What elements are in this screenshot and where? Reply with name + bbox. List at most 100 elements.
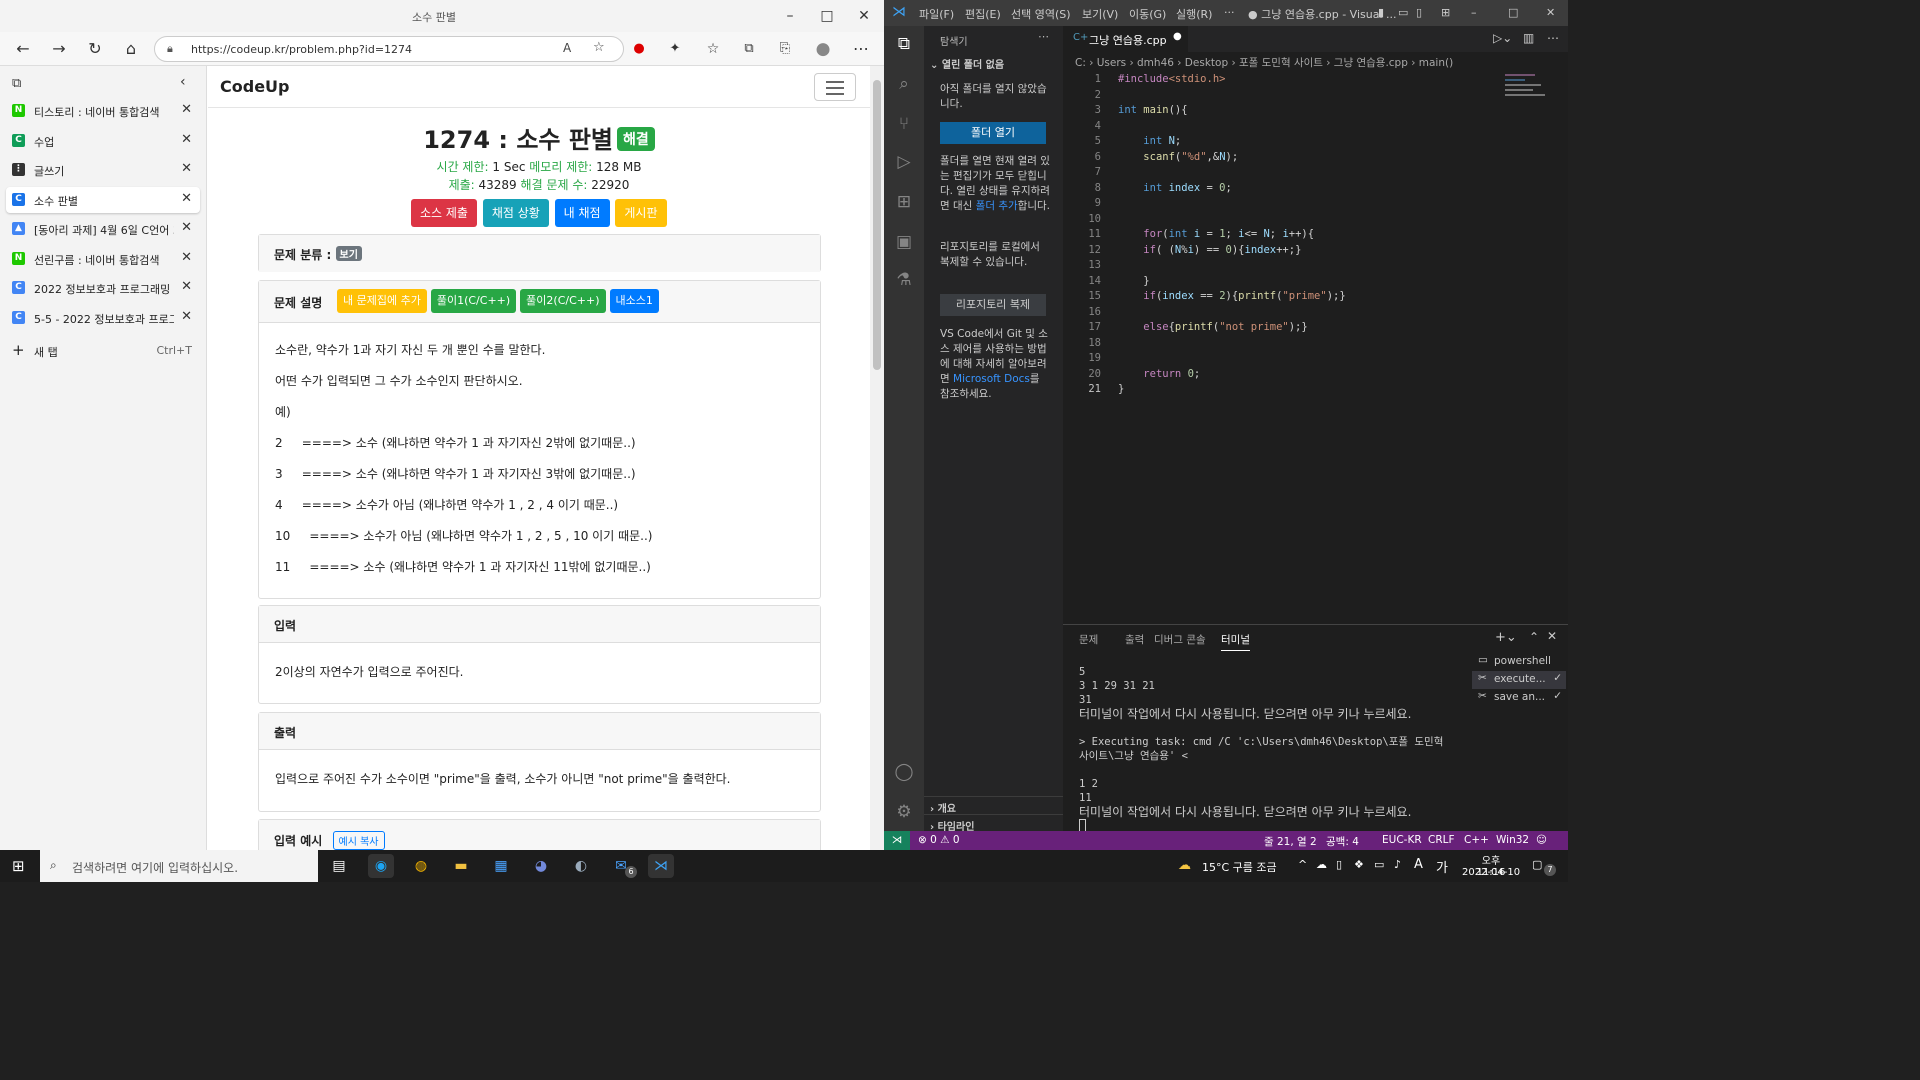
add-to-set-button[interactable]: 내 문제집에 추가 — [337, 289, 427, 313]
panel-tab-terminal[interactable]: 터미널 — [1221, 632, 1250, 651]
solution1-button[interactable]: 풀이1(C/C++) — [430, 289, 517, 313]
judge-status-button[interactable]: 채점 상황 — [482, 199, 549, 227]
category-show-button[interactable]: 보기 — [335, 246, 362, 261]
dropbox-icon[interactable]: ❖ — [1354, 858, 1364, 871]
read-aloud-icon[interactable]: A — [563, 41, 571, 55]
testing-icon[interactable]: ⚗ — [892, 268, 916, 292]
minimap[interactable] — [1505, 72, 1555, 108]
customize-layout-icon[interactable]: ⊞ — [1441, 6, 1450, 19]
my-submissions-button[interactable]: 내 채점 — [554, 199, 610, 227]
indentation[interactable]: 공백: 4 — [1326, 834, 1359, 849]
tab-close-icon[interactable]: ✕ — [181, 309, 192, 324]
tab-close-icon[interactable]: ✕ — [181, 102, 192, 117]
volume-icon[interactable]: ♪ — [1394, 858, 1401, 871]
favorites-icon[interactable]: ☆ — [702, 38, 724, 60]
remote-icon[interactable]: ⋊ — [884, 831, 910, 850]
network-icon[interactable]: ▭ — [1374, 858, 1384, 871]
profile-avatar[interactable]: ● — [812, 38, 834, 60]
windows-start-icon[interactable]: ⊞ — [12, 857, 25, 875]
menu-view[interactable]: 보기(V) — [1082, 6, 1118, 22]
hangul-icon[interactable]: 가 — [1436, 857, 1448, 876]
layout-toggle-icon[interactable]: ▮ — [1378, 6, 1384, 19]
new-tab-button[interactable]: + 새 탭 Ctrl+T — [6, 338, 200, 364]
browser-tab[interactable]: N 선린구름 : 네이버 통합검색 ✕ — [6, 246, 200, 272]
vscode-taskbar-icon[interactable]: ⋊ — [648, 854, 674, 878]
clock-date[interactable]: 2022-04-10 — [1462, 867, 1520, 878]
discord-icon[interactable]: ◕ — [528, 854, 554, 878]
refresh-icon[interactable]: ↻ — [84, 38, 106, 60]
maximize-panel-icon[interactable]: ⌃ — [1529, 630, 1539, 644]
language-mode[interactable]: C++ — [1464, 834, 1489, 846]
steam-icon[interactable]: ◐ — [568, 854, 594, 878]
code-line[interactable]: scanf("%d",&N); — [1118, 151, 1238, 163]
store-icon[interactable]: ▦ — [488, 854, 514, 878]
feedback-icon[interactable]: ☺ — [1536, 834, 1547, 846]
menu-edit[interactable]: 편집(E) — [965, 6, 1001, 22]
my-source-button[interactable]: 내소스1 — [609, 289, 659, 313]
panel-toggle-icon[interactable]: ▭ — [1398, 6, 1408, 19]
run-code-icon[interactable]: ▷⌄ — [1493, 31, 1512, 45]
more-icon[interactable]: ⋯ — [850, 38, 872, 60]
menu-more[interactable]: ··· — [1224, 6, 1235, 19]
encoding[interactable]: EUC-KR — [1382, 834, 1422, 846]
terminal-instance-powershell[interactable]: ▭ powershell — [1472, 653, 1566, 671]
menu-toggle-button[interactable] — [814, 73, 856, 101]
tab-close-icon[interactable]: ✕ — [181, 220, 192, 235]
collections-icon[interactable]: ⧉ — [738, 38, 760, 60]
forward-icon[interactable]: → — [48, 38, 70, 60]
taskbar-search[interactable]: ⌕ 검색하려면 여기에 입력하십시오. — [40, 850, 318, 882]
share-icon[interactable]: ⎘ — [774, 38, 796, 60]
tab-close-icon[interactable]: ✕ — [181, 161, 192, 176]
tab-close-icon[interactable]: ✕ — [181, 250, 192, 265]
menu-file[interactable]: 파일(F) — [919, 6, 954, 22]
code-line[interactable]: else{printf("not prime");} — [1118, 321, 1307, 333]
code-line[interactable]: } — [1118, 383, 1124, 395]
notifications-icon[interactable]: ▢ — [1532, 858, 1542, 871]
source-control-icon[interactable]: ⑂ — [892, 112, 916, 136]
explorer-icon[interactable]: ⧉ — [892, 32, 916, 56]
clone-repo-button[interactable]: 리포지토리 복제 — [940, 294, 1046, 316]
editor-more-icon[interactable]: ⋯ — [1547, 31, 1559, 45]
back-icon[interactable]: ← — [12, 38, 34, 60]
edge-icon[interactable]: ◉ — [368, 854, 394, 878]
code-editor[interactable]: 1 #include<stdio.h> 2 3 int main(){4 5 int N;… — [1063, 72, 1568, 617]
code-line[interactable]: int index = 0; — [1118, 182, 1232, 194]
tray-overflow-icon[interactable]: ^ — [1298, 858, 1307, 871]
code-line[interactable]: if(index == 2){printf("prime");} — [1118, 290, 1345, 302]
problems-count[interactable]: ⊗ 0 ⚠ 0 — [918, 834, 960, 846]
vscode-maximize-icon[interactable]: □ — [1508, 6, 1518, 19]
menu-run[interactable]: 실행(R) — [1176, 6, 1212, 22]
breadcrumb[interactable]: C: › Users › dmh46 › Desktop › 포폴 도민혁 사이… — [1063, 52, 1568, 72]
browser-tab[interactable]: C 수업 ✕ — [6, 128, 200, 154]
tab-close-icon[interactable]: ✕ — [181, 191, 192, 206]
vscode-minimize-icon[interactable]: – — [1471, 6, 1477, 19]
search-icon[interactable]: ⌕ — [892, 72, 916, 96]
panel-tab-output[interactable]: 출력 — [1125, 632, 1144, 647]
settings-gear-icon[interactable]: ⚙ — [892, 800, 916, 824]
ime-icon[interactable]: A — [1414, 857, 1423, 872]
weather-icon[interactable]: ☁ — [1178, 858, 1191, 873]
code-line[interactable]: if( (N%i) == 0){index++;} — [1118, 244, 1301, 256]
code-line[interactable]: #include<stdio.h> — [1118, 73, 1225, 85]
file-explorer-icon[interactable]: ▬ — [448, 854, 474, 878]
minimize-icon[interactable]: – — [780, 6, 800, 26]
open-folder-button[interactable]: 폴더 열기 — [940, 122, 1046, 144]
task-view-icon[interactable]: ▤ — [326, 854, 352, 878]
cursor-position[interactable]: 줄 21, 열 2 — [1264, 834, 1317, 849]
accounts-icon[interactable]: ◯ — [892, 760, 916, 784]
site-brand[interactable]: CodeUp — [220, 77, 289, 96]
terminal-output[interactable]: 53 1 29 31 21 31 터미널이 작업에서 다시 사용됩니다. 닫으려면 … — [1079, 665, 1451, 836]
menu-go[interactable]: 이동(G) — [1129, 6, 1166, 22]
panel-tab-problems[interactable]: 문제 — [1079, 632, 1098, 647]
sidebar-toggle-icon[interactable]: ▯ — [1416, 6, 1422, 19]
terminal-instance-save[interactable]: ✂ save an... ✓ — [1472, 689, 1566, 707]
submit-source-button[interactable]: 소스 제출 — [411, 199, 477, 227]
no-folder-header[interactable]: ⌄ 열린 폴더 없음 — [930, 56, 1004, 71]
code-line[interactable]: } — [1118, 275, 1149, 287]
chrome-icon[interactable]: ◍ — [408, 854, 434, 878]
editor-tab-active[interactable]: C+ 그냥 연습용.cpp ● — [1063, 26, 1188, 52]
outline-section[interactable]: › 개요 — [924, 796, 1063, 815]
platform[interactable]: Win32 — [1496, 834, 1529, 846]
terminal-instance-execute[interactable]: ✂ execute... ✓ — [1472, 671, 1566, 689]
vscode-close-icon[interactable]: ✕ — [1546, 6, 1555, 19]
